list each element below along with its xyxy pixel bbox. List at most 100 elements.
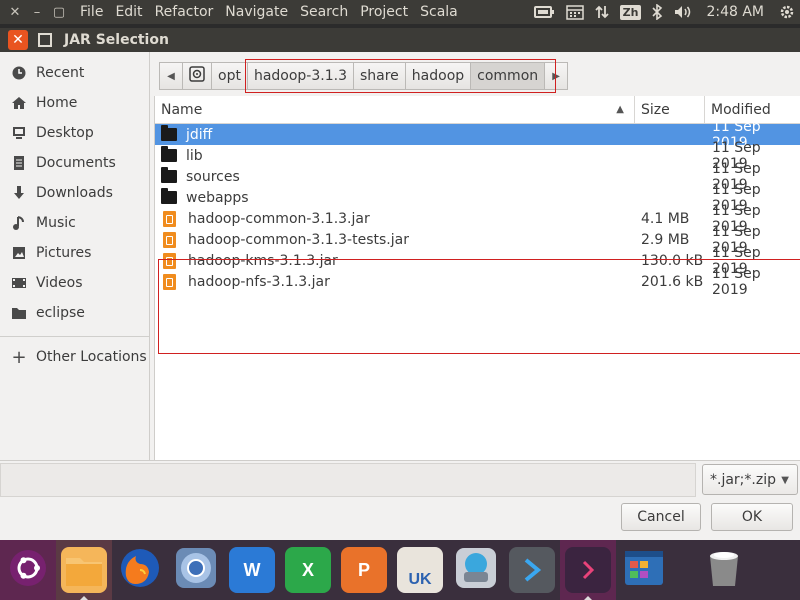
column-modified-label: Modified <box>711 101 771 118</box>
firefox-icon <box>118 546 162 594</box>
sidebar-item-home[interactable]: Home <box>0 88 149 118</box>
table-row[interactable]: hadoop-common-3.1.3-tests.jar 2.9 MB 11 … <box>155 224 800 256</box>
menu-edit[interactable]: Edit <box>109 0 148 24</box>
sidebar-item-label: Videos <box>36 275 83 291</box>
music-icon <box>10 214 28 232</box>
folder-icon <box>161 188 177 204</box>
chromium-launcher[interactable] <box>168 540 224 600</box>
sort-ascending-icon: ▲ <box>616 104 624 115</box>
close-dialog-icon[interactable]: ✕ <box>8 30 28 50</box>
file-name: hadoop-nfs-3.1.3.jar <box>188 273 330 290</box>
file-type-filter-select[interactable]: *.jar;*.zip ▼ <box>702 464 798 495</box>
vscode-launcher[interactable] <box>504 540 560 600</box>
vscode-icon <box>509 547 555 593</box>
file-name: webapps <box>186 189 249 206</box>
filter-value: *.jar;*.zip <box>710 471 776 488</box>
sidebar-item-downloads[interactable]: Downloads <box>0 178 149 208</box>
table-row[interactable]: lib 11 Sep 2019 <box>155 140 800 172</box>
column-header-name[interactable]: Name ▲ <box>155 96 635 123</box>
sidebar-item-label: eclipse <box>36 305 85 321</box>
menu-search[interactable]: Search <box>294 0 354 24</box>
impress-launcher[interactable]: P <box>336 540 392 600</box>
menu-navigate[interactable]: Navigate <box>219 0 294 24</box>
pictures-icon <box>10 244 28 262</box>
top-menu-bar: ✕ – ▢ File Edit Refactor Navigate Search… <box>0 0 800 24</box>
path-segment-common[interactable]: common <box>470 62 546 90</box>
maximize-window-icon[interactable]: ▢ <box>48 0 70 24</box>
battery-icon[interactable] <box>533 5 556 19</box>
menu-scala[interactable]: Scala <box>414 0 464 24</box>
sidebar-item-other-locations[interactable]: + Other Locations <box>0 342 149 372</box>
file-chooser-dialog: Recent Home Desktop Documents Downloads <box>0 52 800 540</box>
file-size: 4.1 MB <box>641 210 690 227</box>
path-segment-hadoop[interactable]: hadoop <box>404 62 472 90</box>
workspace-icon <box>622 546 666 594</box>
cancel-button[interactable]: Cancel <box>621 503 701 531</box>
file-name: lib <box>186 147 203 164</box>
trash-launcher[interactable] <box>696 540 752 600</box>
file-list: Name ▲ Size Modified jdiff 11 Sep 2019 l… <box>154 96 800 460</box>
close-window-icon[interactable]: ✕ <box>4 0 26 24</box>
ok-button[interactable]: OK <box>711 503 793 531</box>
sidebar-item-label: Home <box>36 95 78 111</box>
calendar-icon[interactable] <box>565 4 584 20</box>
path-root-button[interactable] <box>182 62 212 90</box>
sidebar-item-label: Desktop <box>36 125 94 141</box>
videos-icon <box>10 274 28 292</box>
menu-project[interactable]: Project <box>354 0 414 24</box>
calc-launcher[interactable]: X <box>280 540 336 600</box>
file-name: sources <box>186 168 240 185</box>
input-method-indicator[interactable]: Zh <box>619 4 642 20</box>
trash-icon <box>704 546 744 594</box>
column-header-size[interactable]: Size <box>635 96 705 123</box>
clock-icon <box>10 64 28 82</box>
clock[interactable]: 2:48 AM <box>706 4 764 20</box>
terminal-launcher[interactable] <box>560 540 616 600</box>
sidebar-item-music[interactable]: Music <box>0 208 149 238</box>
update-manager-launcher[interactable] <box>448 540 504 600</box>
sidebar-item-documents[interactable]: Documents <box>0 148 149 178</box>
sidebar-item-recent[interactable]: Recent <box>0 58 149 88</box>
path-segment-hadoop-3-1-3[interactable]: hadoop-3.1.3 <box>246 62 354 90</box>
files-launcher[interactable] <box>56 540 112 600</box>
plus-icon: + <box>11 346 27 368</box>
workspace-switcher-launcher[interactable] <box>616 540 672 600</box>
sidebar-item-label: Documents <box>36 155 116 171</box>
software-center-launcher[interactable]: UK <box>392 540 448 600</box>
firefox-launcher[interactable] <box>112 540 168 600</box>
table-row[interactable]: webapps 11 Sep 2019 <box>155 182 800 214</box>
table-row[interactable]: jdiff 11 Sep 2019 <box>155 119 800 151</box>
path-scroll-right-button[interactable]: ▶ <box>544 62 569 90</box>
path-bar: ◀ opt hadoop-3.1.3 share hadoop common ▶ <box>159 59 569 93</box>
ubuntu-dash-launcher[interactable] <box>0 540 56 600</box>
volume-icon[interactable] <box>673 4 693 20</box>
table-row[interactable]: hadoop-nfs-3.1.3.jar 201.6 kB 11 Sep 201… <box>155 266 800 298</box>
update-icon <box>454 546 498 594</box>
path-scroll-left-button[interactable]: ◀ <box>159 62 183 90</box>
files-icon <box>61 547 107 593</box>
table-row[interactable]: sources 11 Sep 2019 <box>155 161 800 193</box>
minimize-window-icon[interactable]: – <box>26 0 48 24</box>
path-segment-opt[interactable]: opt <box>211 62 248 90</box>
sidebar-separator <box>0 336 149 337</box>
jar-file-icon <box>163 252 176 269</box>
sidebar-item-eclipse[interactable]: eclipse <box>0 298 149 328</box>
bluetooth-icon[interactable] <box>651 4 663 20</box>
maximize-dialog-icon[interactable] <box>38 33 52 47</box>
menu-file[interactable]: File <box>74 0 109 24</box>
menu-refactor[interactable]: Refactor <box>149 0 220 24</box>
gear-icon[interactable] <box>779 4 795 20</box>
path-segment-share[interactable]: share <box>352 62 406 90</box>
network-transfer-icon[interactable] <box>594 4 610 20</box>
table-row[interactable]: hadoop-kms-3.1.3.jar 130.0 kB 11 Sep 201… <box>155 245 800 277</box>
sidebar-item-videos[interactable]: Videos <box>0 268 149 298</box>
download-icon <box>10 184 28 202</box>
writer-launcher[interactable]: W <box>224 540 280 600</box>
table-row[interactable]: hadoop-common-3.1.3.jar 4.1 MB 11 Sep 20… <box>155 203 800 235</box>
file-name: hadoop-common-3.1.3.jar <box>188 210 370 227</box>
dialog-title-bar: ✕ JAR Selection <box>0 28 800 52</box>
sidebar-item-pictures[interactable]: Pictures <box>0 238 149 268</box>
file-modified: 11 Sep 2019 <box>712 265 761 298</box>
sidebar-item-desktop[interactable]: Desktop <box>0 118 149 148</box>
jar-file-icon <box>163 273 176 290</box>
